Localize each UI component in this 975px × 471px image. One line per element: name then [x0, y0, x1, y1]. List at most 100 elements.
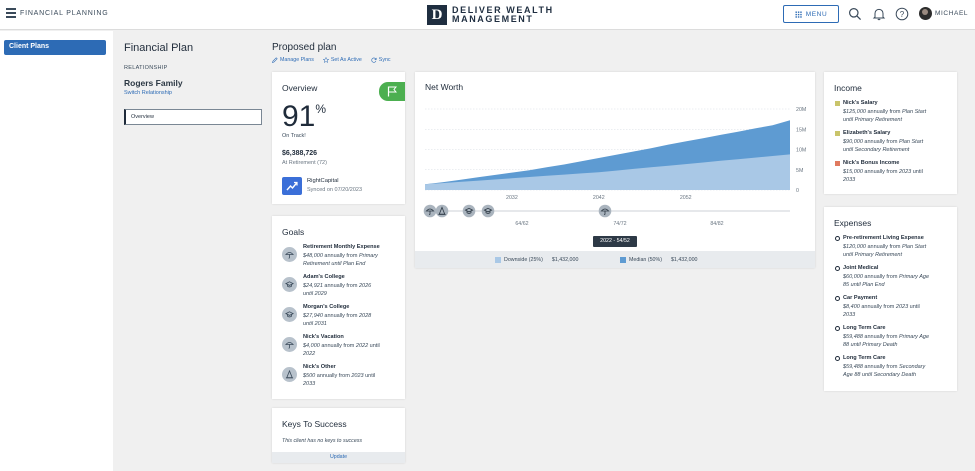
star-icon	[322, 57, 329, 63]
sidebar: Client Plans	[0, 31, 113, 471]
goal-from: 2026	[358, 283, 372, 289]
goal-icon-badge	[282, 367, 297, 382]
timeline-marker-badge	[462, 204, 476, 218]
brand-name: DELIVER WEALTH MANAGEMENT	[452, 6, 554, 24]
timeline-marker[interactable]	[481, 204, 495, 218]
income-until: until Secondary Retirement	[843, 147, 910, 154]
goals-title: Goals	[282, 227, 305, 237]
percent-sign: %	[315, 102, 327, 116]
hamburger-icon[interactable]	[6, 8, 16, 18]
income-color-swatch	[835, 161, 840, 166]
timeline-marker[interactable]	[435, 204, 449, 218]
expense-description: $59,488 annually from Primary Age 88 unti…	[843, 334, 930, 349]
expenses-card: Expenses Pre-retirement Living Expense $1…	[824, 207, 957, 391]
expense-until: until Primary Retirement	[843, 252, 902, 259]
income-amount: $125,000	[843, 109, 866, 115]
flag-icon	[387, 86, 397, 97]
goal-amount: $48,000	[303, 253, 323, 259]
edit-icon	[272, 57, 278, 63]
sync-icon	[371, 57, 377, 63]
goal-amount: $500	[303, 373, 316, 379]
x-tick-label: 2032	[506, 195, 518, 201]
bell-icon[interactable]	[872, 7, 886, 21]
relationship-name: Rogers Family	[124, 78, 183, 88]
trend-up-icon	[286, 181, 298, 191]
timeline-marker[interactable]	[598, 204, 612, 218]
menu-button[interactable]: MENU	[783, 5, 839, 23]
y-tick-label: 10M	[796, 148, 806, 154]
income-from: Plan Start	[902, 109, 927, 115]
income-from: 2023	[898, 169, 912, 175]
expense-bullet-icon	[835, 326, 840, 331]
timeline-marker-badge	[481, 204, 495, 218]
goal-name: Adam's College	[303, 274, 345, 280]
legend-item-downside: Downside (25%) $1,432,000	[495, 256, 579, 263]
timeline-marker[interactable]	[462, 204, 476, 218]
expense-bullet-icon	[835, 296, 840, 301]
expense-until: 2033	[843, 312, 856, 319]
set-as-active-button[interactable]: Set As Active	[322, 57, 362, 63]
nav-item-overview[interactable]: Overview	[124, 109, 262, 125]
overview-title: Overview	[282, 83, 318, 93]
status-text: On Track!	[282, 133, 306, 139]
switch-relationship-link[interactable]: Switch Relationship	[124, 90, 172, 96]
search-icon[interactable]	[848, 7, 862, 21]
goal-name: Nick's Other	[303, 364, 336, 370]
income-color-swatch	[835, 131, 840, 136]
legend-value-downside: $1,432,000	[551, 256, 579, 263]
user-menu[interactable]: MICHAEL	[919, 7, 968, 20]
age-label: 84/82	[710, 221, 723, 227]
relationship-label: RELATIONSHIP	[124, 65, 168, 71]
proposed-plan-title: Proposed plan	[272, 42, 337, 53]
goal-icon-badge	[282, 337, 297, 352]
success-percent-value: 91	[282, 100, 316, 133]
update-button[interactable]: Update	[272, 452, 405, 463]
traffic-cone-icon	[285, 370, 294, 379]
set-as-active-label: Set As Active	[330, 57, 362, 63]
net-worth-title: Net Worth	[425, 82, 464, 92]
timeline-marker[interactable]	[423, 204, 437, 218]
income-until: 2033	[843, 177, 856, 184]
y-tick-label: 0	[796, 188, 799, 194]
expense-amount: $8,400	[843, 304, 860, 310]
expense-until: 85 until Plan End	[843, 282, 885, 289]
goal-amount: $24,921	[303, 283, 323, 289]
retirement-value: $6,388,726	[282, 150, 318, 157]
manage-plans-button[interactable]: Manage Plans	[272, 57, 314, 63]
brand-logo[interactable]: D DELIVER WEALTH MANAGEMENT	[427, 4, 554, 26]
income-description: $125,000 annually from Plan Start until P…	[843, 109, 927, 124]
help-icon[interactable]: ?	[895, 7, 909, 21]
brand-mark: D	[427, 5, 447, 25]
overview-card: Overview 91% On Track! $6,388,726 At Ret…	[272, 72, 405, 204]
flag-button[interactable]	[379, 82, 405, 101]
brand-line2: MANAGEMENT	[452, 14, 534, 24]
expense-name: Joint Medical	[843, 265, 879, 271]
net-worth-card: Net Worth 20M 15M 10M 5M 0 2032 2042 2052 64/62 7…	[415, 72, 815, 268]
top-bar: FINANCIAL PLANNING D DELIVER WEALTH MANA…	[0, 0, 975, 30]
expense-from: Secondary	[898, 364, 926, 370]
net-worth-chart: 20M 15M 10M 5M 0 2032 2042 2052 64/62 74/72 84/82	[423, 107, 806, 227]
expense-from: Primary Age	[898, 274, 930, 280]
expense-name: Long Term Care	[843, 355, 886, 361]
goal-amount: $27,940	[303, 313, 323, 319]
income-name: Nick's Bonus Income	[843, 160, 900, 166]
sidebar-item-client-plans[interactable]: Client Plans	[4, 40, 106, 55]
goal-icon-badge	[282, 247, 297, 262]
grid-icon	[794, 10, 802, 18]
chart-tooltip: 2022 - 54/52	[593, 236, 637, 247]
expense-name: Pre-retirement Living Expense	[843, 235, 924, 241]
expense-bullet-icon	[835, 266, 840, 271]
goal-until: 2033	[303, 381, 316, 388]
provider-name: RightCapital	[307, 178, 339, 184]
goal-description: $500 annually from 2023 until 2033	[303, 373, 376, 388]
chart-legend: Downside (25%) $1,432,000 Median (50%) $…	[415, 251, 815, 268]
legend-label-median: Median (50%)	[629, 256, 662, 263]
expense-bullet-icon	[835, 356, 840, 361]
keys-to-success-card: Keys To Success This client has no keys …	[272, 408, 405, 463]
manage-plans-label: Manage Plans	[280, 57, 314, 63]
page-title: Financial Plan	[124, 42, 194, 54]
umbrella-icon	[285, 342, 294, 349]
expense-amount: $59,488	[843, 364, 863, 370]
expense-amount: $60,000	[843, 274, 863, 280]
sync-button[interactable]: Sync	[371, 57, 391, 63]
